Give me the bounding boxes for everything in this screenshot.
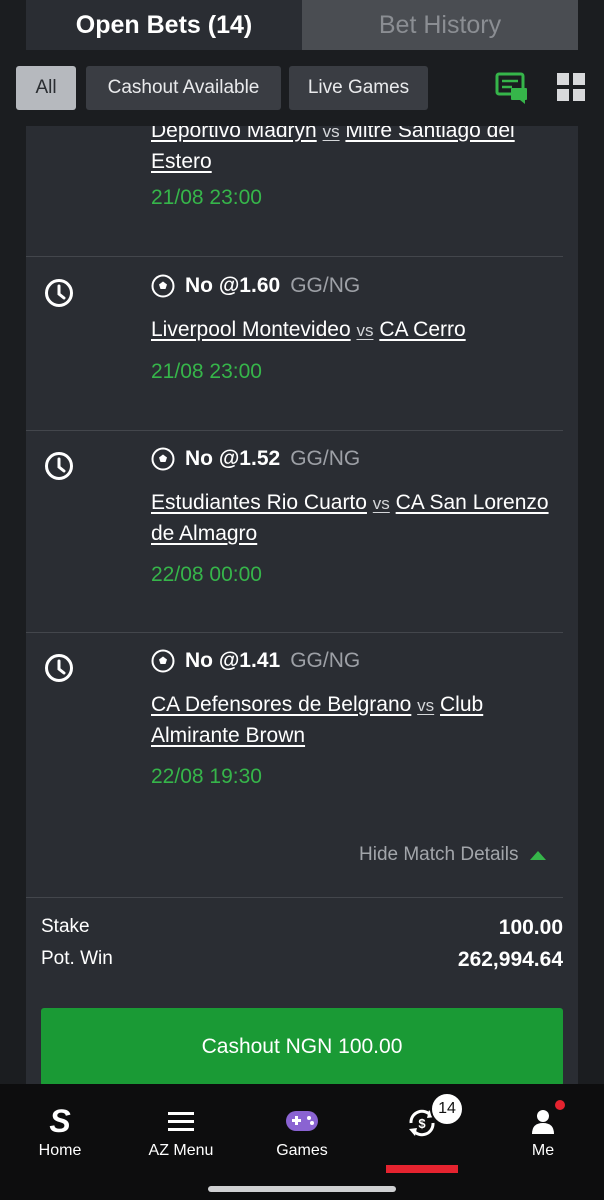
bet-pick: No @1.60 xyxy=(185,274,281,297)
bet-selection: No @1.60 GG/NG xyxy=(151,274,360,298)
bet-market: GG/NG xyxy=(290,447,361,470)
pot-win-label: Pot. Win xyxy=(41,948,113,969)
home-team[interactable]: CA Defensores de Belgrano xyxy=(151,693,411,716)
open-bets-count-badge: 14 xyxy=(430,1092,464,1126)
match-date: 21/08 23:00 xyxy=(151,186,262,209)
nav-games[interactable]: Games xyxy=(242,1094,362,1160)
vs-label: vs xyxy=(322,126,340,141)
match-teams[interactable]: Liverpool Montevideo vs CA Cerro xyxy=(151,315,571,346)
filter-live-games[interactable]: Live Games xyxy=(289,66,428,110)
match-date: 22/08 19:30 xyxy=(151,765,262,788)
grid-view-icon[interactable] xyxy=(556,72,586,102)
top-tabs: Open Bets (14) Bet History xyxy=(0,0,604,50)
divider xyxy=(26,430,563,431)
svg-text:$: $ xyxy=(418,1116,426,1131)
vs-label: vs xyxy=(356,321,374,340)
soccer-ball-icon xyxy=(151,274,175,298)
nav-az-menu[interactable]: AZ Menu xyxy=(121,1094,241,1160)
stake-label: Stake xyxy=(41,916,90,937)
bet-slip-card: Deportivo Madryn vs Mitre Santiago del E… xyxy=(26,126,578,1084)
home-team[interactable]: Estudiantes Rio Cuarto xyxy=(151,491,367,514)
cashout-button[interactable]: Cashout NGN 100.00 xyxy=(41,1008,563,1084)
svg-text:S: S xyxy=(49,1106,71,1136)
home-team[interactable]: Liverpool Montevideo xyxy=(151,318,351,341)
filter-all[interactable]: All xyxy=(16,66,76,110)
vs-label: vs xyxy=(372,494,390,513)
filter-cashout-available[interactable]: Cashout Available xyxy=(86,66,281,110)
gamepad-icon xyxy=(286,1111,318,1131)
nav-me[interactable]: Me xyxy=(483,1094,603,1160)
tab-bet-history[interactable]: Bet History xyxy=(302,0,578,50)
chat-icon[interactable] xyxy=(494,70,530,106)
divider xyxy=(26,897,563,898)
user-icon xyxy=(532,1110,554,1134)
away-team[interactable]: CA Cerro xyxy=(379,318,465,341)
home-team[interactable]: Deportivo Madryn xyxy=(151,126,317,142)
menu-icon xyxy=(168,1112,194,1131)
nav-home[interactable]: S Home xyxy=(0,1094,120,1160)
bottom-nav: S Home AZ Menu Games $ Me xyxy=(0,1084,604,1200)
clock-icon xyxy=(45,279,73,307)
nav-open-bets[interactable]: $ xyxy=(362,1094,482,1140)
clock-icon xyxy=(45,452,73,480)
pot-win-row: Pot. Win 262,994.64 xyxy=(41,948,563,972)
hide-match-details-toggle[interactable]: Hide Match Details xyxy=(359,844,547,866)
nav-az-menu-label: AZ Menu xyxy=(148,1142,214,1159)
bet-pick: No @1.52 xyxy=(185,447,281,470)
nav-home-label: Home xyxy=(38,1142,82,1159)
notification-dot xyxy=(555,1100,565,1110)
stake-value: 100.00 xyxy=(498,916,563,939)
match-teams[interactable]: CA Defensores de Belgrano vs Club Almira… xyxy=(151,690,571,751)
divider xyxy=(26,632,563,633)
tab-open-bets[interactable]: Open Bets (14) xyxy=(26,0,302,50)
bet-market: GG/NG xyxy=(290,649,361,672)
bet-market: GG/NG xyxy=(290,274,361,297)
soccer-ball-icon xyxy=(151,649,175,673)
stake-row: Stake 100.00 xyxy=(41,916,563,940)
nav-games-label: Games xyxy=(276,1142,328,1159)
chevron-up-icon xyxy=(530,850,547,860)
match-teams[interactable]: Estudiantes Rio Cuarto vs CA San Lorenzo… xyxy=(151,488,571,549)
clock-icon xyxy=(45,654,73,682)
home-logo-icon: S xyxy=(49,1106,71,1136)
system-home-indicator[interactable] xyxy=(208,1186,396,1192)
nav-me-label: Me xyxy=(531,1142,555,1159)
filter-bar: All Cashout Available Live Games xyxy=(0,50,604,126)
bet-selection: No @1.52 GG/NG xyxy=(151,447,360,471)
active-tab-indicator xyxy=(386,1165,458,1173)
pot-win-value: 262,994.64 xyxy=(457,948,563,971)
bet-pick: No @1.41 xyxy=(185,649,281,672)
vs-label: vs xyxy=(417,696,435,715)
match-teams[interactable]: Deportivo Madryn vs Mitre Santiago del E… xyxy=(151,126,571,177)
bet-selection: No @1.41 GG/NG xyxy=(151,649,360,673)
hide-match-details-label: Hide Match Details xyxy=(359,844,519,865)
match-date: 22/08 00:00 xyxy=(151,563,262,586)
soccer-ball-icon xyxy=(151,447,175,471)
match-date: 21/08 23:00 xyxy=(151,360,262,383)
divider xyxy=(26,256,563,257)
